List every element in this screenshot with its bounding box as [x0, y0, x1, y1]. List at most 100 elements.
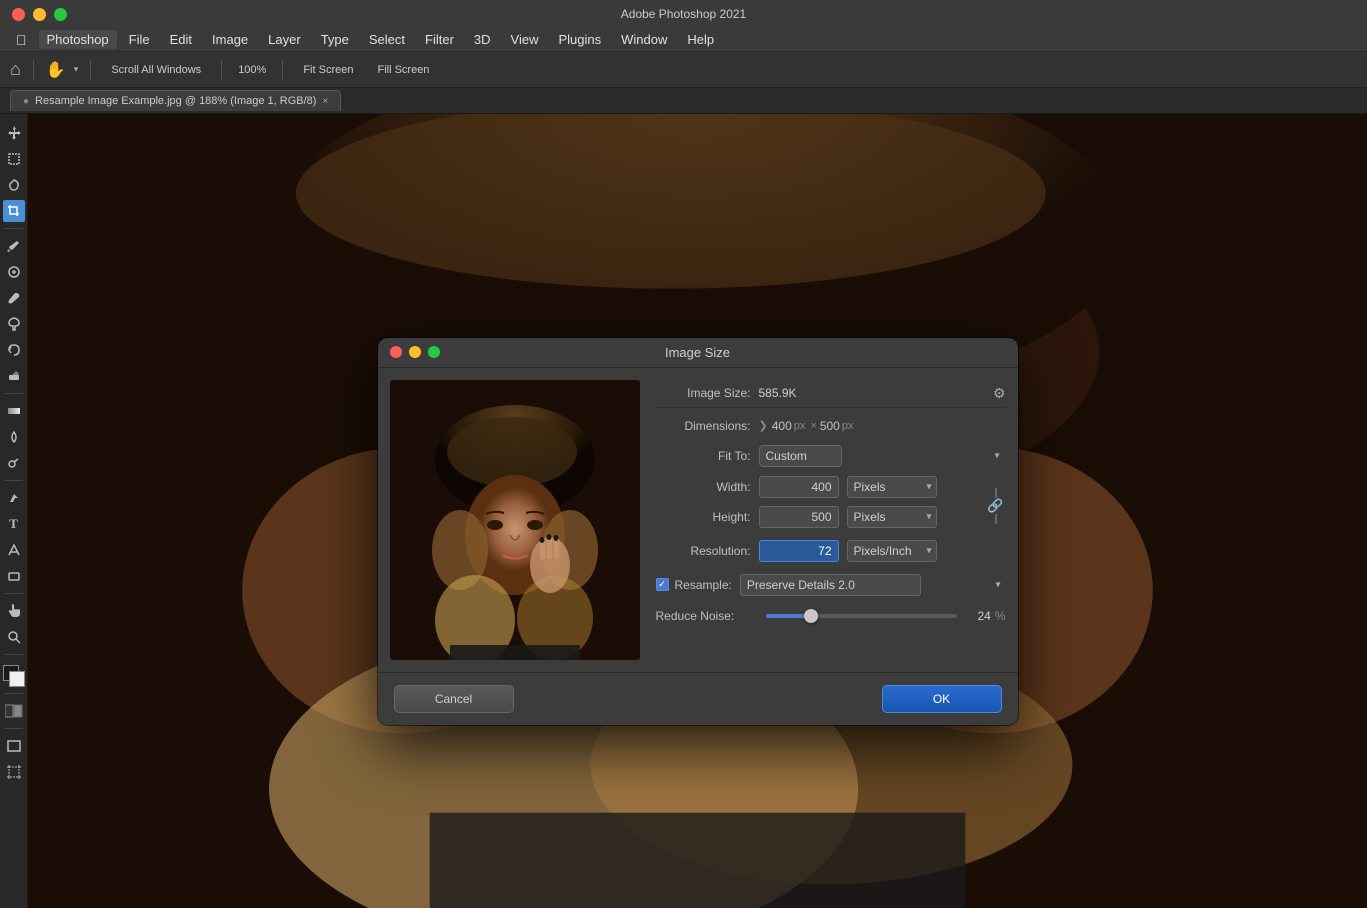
- apple-menu[interactable]: : [8, 32, 35, 48]
- marquee-tool[interactable]: [3, 148, 25, 170]
- hand-tool[interactable]: [3, 600, 25, 622]
- dialog-titlebar: Image Size: [378, 338, 1018, 368]
- menu-select[interactable]: Select: [361, 30, 413, 49]
- noise-slider-track: [766, 614, 957, 618]
- hand-tool-icon[interactable]: ✋: [46, 60, 66, 80]
- document-tab[interactable]: ● Resample Image Example.jpg @ 188% (Ima…: [10, 90, 341, 111]
- cancel-button[interactable]: Cancel: [394, 685, 514, 713]
- reduce-noise-pct: %: [995, 609, 1006, 623]
- image-size-row: Image Size: 585.9K ⚙: [656, 380, 1006, 408]
- tab-dot: ●: [23, 96, 29, 107]
- move-tool[interactable]: [3, 122, 25, 144]
- fill-screen-button[interactable]: Fill Screen: [369, 61, 437, 79]
- home-icon[interactable]: ⌂: [10, 59, 21, 80]
- zoom-value[interactable]: 100%: [234, 62, 270, 78]
- dimensions-chevron[interactable]: ❯: [759, 419, 768, 432]
- dialog-maximize-button[interactable]: [428, 346, 440, 358]
- noise-slider-thumb[interactable]: [804, 609, 818, 623]
- tab-close-button[interactable]: ×: [322, 96, 328, 107]
- menu-window[interactable]: Window: [613, 30, 675, 49]
- close-button[interactable]: [12, 8, 25, 21]
- minimize-button[interactable]: [33, 8, 46, 21]
- fit-to-select[interactable]: Custom Original Size Screen Print Size: [759, 445, 842, 467]
- stamp-tool[interactable]: [3, 313, 25, 335]
- ok-button[interactable]: OK: [882, 685, 1002, 713]
- resample-label: Resample:: [675, 578, 732, 592]
- brush-tool[interactable]: [3, 287, 25, 309]
- height-input[interactable]: [759, 506, 839, 528]
- traffic-lights: [12, 8, 67, 21]
- width-unit-select[interactable]: Pixels Inches Centimeters: [847, 476, 937, 498]
- left-toolbar: T: [0, 114, 28, 908]
- canvas-area: Image Size: [28, 114, 1367, 908]
- resolution-unit-select[interactable]: Pixels/Inch Pixels/Centimeter: [847, 540, 937, 562]
- dimensions-unit-1: px: [794, 420, 806, 432]
- checkbox-check-icon: ✓: [658, 579, 666, 590]
- menu-file[interactable]: File: [121, 30, 158, 49]
- dimensions-x: ×: [810, 420, 816, 432]
- height-unit-select[interactable]: Pixels Inches Centimeters: [847, 506, 937, 528]
- tab-filename: Resample Image Example.jpg @ 188% (Image…: [35, 95, 316, 107]
- text-tool[interactable]: T: [3, 513, 25, 535]
- link-line-bottom: [995, 514, 997, 524]
- toolbar-separator-4: [282, 60, 283, 80]
- maximize-button[interactable]: [54, 8, 67, 21]
- fit-to-row: Fit To: Custom Original Size Screen Prin…: [656, 440, 1006, 472]
- quick-mask-button[interactable]: [3, 700, 25, 722]
- healing-tool[interactable]: [3, 261, 25, 283]
- blur-tool[interactable]: [3, 426, 25, 448]
- titlebar: Adobe Photoshop 2021: [0, 0, 1367, 28]
- resample-select[interactable]: Preserve Details 2.0 Preserve Details (e…: [740, 574, 921, 596]
- noise-slider-container[interactable]: [766, 608, 957, 624]
- fit-screen-button[interactable]: Fit Screen: [295, 61, 361, 79]
- tool-sep-4: [5, 593, 23, 594]
- tool-sep-2: [5, 393, 23, 394]
- shape-tool[interactable]: [3, 565, 25, 587]
- gear-button[interactable]: ⚙: [993, 385, 1006, 402]
- height-row: Height: Pixels Inches Centimeters: [656, 502, 986, 532]
- width-label: Width:: [656, 480, 751, 494]
- color-swatches[interactable]: [3, 665, 25, 687]
- background-swatch[interactable]: [9, 671, 25, 687]
- resample-checkbox[interactable]: ✓: [656, 578, 669, 591]
- app-title: Adobe Photoshop 2021: [621, 7, 746, 21]
- menu-edit[interactable]: Edit: [162, 30, 200, 49]
- eyedropper-tool[interactable]: [3, 235, 25, 257]
- menu-plugins[interactable]: Plugins: [551, 30, 610, 49]
- scroll-all-windows-button[interactable]: Scroll All Windows: [103, 61, 209, 79]
- menu-help[interactable]: Help: [679, 30, 722, 49]
- screen-mode-button[interactable]: [3, 735, 25, 757]
- reduce-noise-value: 24: [961, 609, 991, 623]
- width-input[interactable]: [759, 476, 839, 498]
- resolution-input[interactable]: [759, 540, 839, 562]
- crop-tool[interactable]: [3, 200, 25, 222]
- pen-tool[interactable]: [3, 487, 25, 509]
- menu-type[interactable]: Type: [313, 30, 357, 49]
- menu-3d[interactable]: 3D: [466, 30, 499, 49]
- lasso-tool[interactable]: [3, 174, 25, 196]
- link-icon[interactable]: 🔗: [987, 498, 1003, 514]
- main-area: T: [0, 114, 1367, 908]
- dimensions-row: Dimensions: ❯ 400 px × 500 px: [656, 412, 1006, 440]
- dialog-minimize-button[interactable]: [409, 346, 421, 358]
- tabbar: ● Resample Image Example.jpg @ 188% (Ima…: [0, 88, 1367, 114]
- gradient-tool[interactable]: [3, 400, 25, 422]
- image-size-dialog[interactable]: Image Size: [378, 338, 1018, 725]
- menu-photoshop[interactable]: Photoshop: [39, 30, 117, 49]
- tool-sep-7: [5, 728, 23, 729]
- menu-view[interactable]: View: [503, 30, 547, 49]
- hand-tool-chevron[interactable]: ▾: [74, 64, 79, 75]
- history-tool[interactable]: [3, 339, 25, 361]
- height-unit-wrapper: Pixels Inches Centimeters: [843, 506, 937, 528]
- menu-layer[interactable]: Layer: [260, 30, 309, 49]
- zoom-tool[interactable]: [3, 626, 25, 648]
- dialog-close-button[interactable]: [390, 346, 402, 358]
- eraser-tool[interactable]: [3, 365, 25, 387]
- dodge-tool[interactable]: [3, 452, 25, 474]
- artboard-tool[interactable]: [3, 761, 25, 783]
- dialog-preview: [390, 380, 640, 660]
- path-tool[interactable]: [3, 539, 25, 561]
- wh-fields: Width: Pixels Inches Centimeters: [656, 472, 986, 532]
- menu-filter[interactable]: Filter: [417, 30, 462, 49]
- menu-image[interactable]: Image: [204, 30, 256, 49]
